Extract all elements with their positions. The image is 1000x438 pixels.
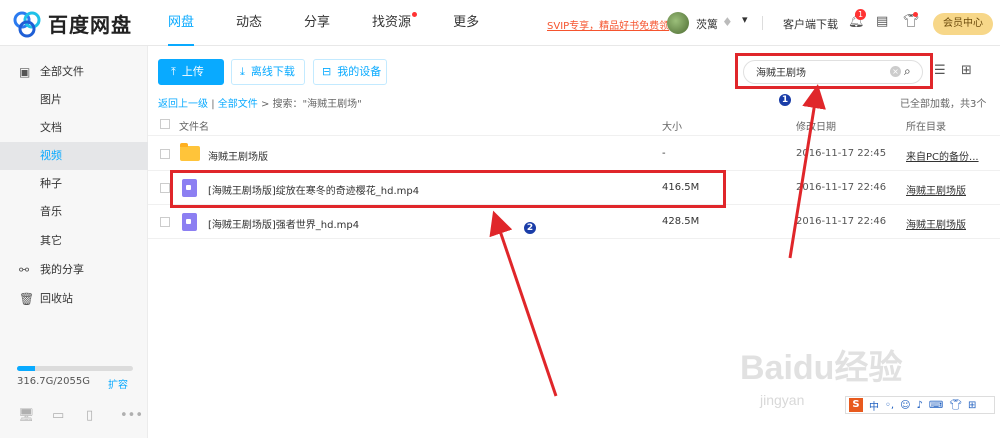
ime-mode-indicator[interactable]: 中 xyxy=(869,398,879,413)
arrow-to-file xyxy=(489,210,558,397)
toolbox-icon[interactable]: ⊞ xyxy=(968,400,976,411)
punctuation-icon[interactable]: ◦, xyxy=(885,400,894,411)
step-badge-1: 1 xyxy=(778,93,792,107)
emoji-icon[interactable]: ☺ xyxy=(900,400,910,411)
arrow-to-search xyxy=(788,84,826,259)
keyboard-icon[interactable]: ⌨ xyxy=(929,400,943,411)
skin-icon[interactable]: 👕︎ xyxy=(949,400,962,411)
ime-toolbar: S 中 ◦, ☺ ♪ ⌨ 👕︎ ⊞ xyxy=(845,396,995,414)
jingyan-watermark-sub: jingyan xyxy=(760,392,805,408)
sogou-ime-icon[interactable]: S xyxy=(849,398,863,412)
step-badge-2: 2 xyxy=(523,221,537,235)
mic-icon[interactable]: ♪ xyxy=(917,400,923,411)
baidu-jingyan-watermark: Baidu经验 xyxy=(740,349,903,387)
